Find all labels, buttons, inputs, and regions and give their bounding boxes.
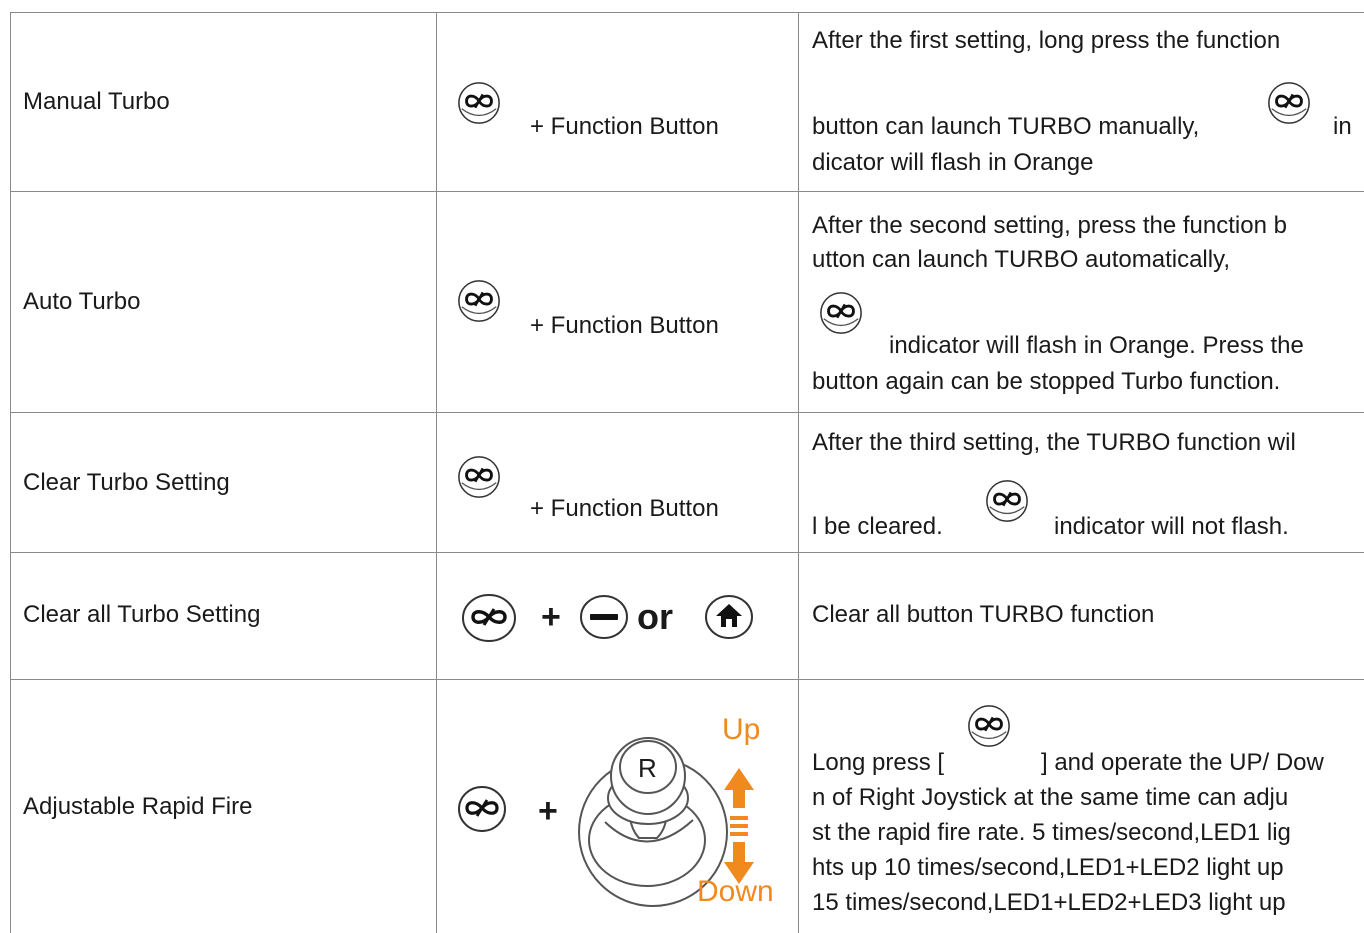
desc-line: hts up 10 times/second,LED1+LED2 light u… [812,854,1284,881]
minus-button-icon [579,594,629,640]
desc-line: l be cleared. [812,513,943,540]
table-border-row1 [10,191,1364,192]
desc-line: ] and operate the UP/ Dow [1041,749,1324,776]
turbo-icon [818,290,864,336]
desc-line: button can launch TURBO manually, [812,113,1200,140]
down-label: Down [697,875,774,908]
turbo-icon [456,80,502,126]
table-border-left [10,12,11,933]
row-name-auto-turbo: Auto Turbo [23,288,141,315]
desc-line: After the second setting, press the func… [812,212,1287,239]
table-border-row2 [10,412,1364,413]
combo-label: + Function Button [530,495,719,522]
desc-line: After the third setting, the TURBO funct… [812,429,1296,456]
row-name-adjustable-rapid-fire: Adjustable Rapid Fire [23,793,253,820]
table-border-row3 [10,552,1364,553]
desc-line: in [1333,113,1352,140]
desc-line: n of Right Joystick at the same time can… [812,784,1289,811]
row-name-manual-turbo: Manual Turbo [23,88,170,115]
desc-line: Clear all button TURBO function [812,601,1155,628]
turbo-icon [1266,80,1312,126]
desc-line: 15 times/second,LED1+LED2+LED3 light up [812,889,1286,916]
up-label: Up [722,713,761,746]
or-text: or [637,596,673,637]
plus-sign: + [541,598,561,636]
combo-label: + Function Button [530,312,719,339]
row-name-clear-turbo-setting: Clear Turbo Setting [23,469,230,496]
desc-line: indicator will not flash. [1054,513,1289,540]
table-border-row4 [10,679,1364,680]
desc-line: button again can be stopped Turbo functi… [812,368,1281,395]
desc-line: st the rapid fire rate. 5 times/second,L… [812,819,1291,846]
turbo-icon [456,784,508,834]
desc-line: indicator will flash in Orange. Press th… [889,332,1304,359]
turbo-icon [456,278,502,324]
desc-line: utton can launch TURBO automatically, [812,246,1230,273]
table-border-top [10,12,1364,13]
joystick-label: R [638,753,657,783]
desc-line: Long press [ [812,749,945,776]
turbo-icon [966,703,1012,749]
turbo-settings-table: Manual Turbo + Function Button After the… [0,0,1364,933]
table-border-col2 [798,12,799,933]
table-border-col1 [436,12,437,933]
desc-line: After the first setting, long press the … [812,27,1281,54]
plus-sign: + [538,792,558,830]
turbo-icon [460,592,518,644]
home-button-icon [704,594,754,640]
combo-label: + Function Button [530,113,719,140]
up-down-arrow-icon [722,768,756,884]
row-name-clear-all-turbo-setting: Clear all Turbo Setting [23,601,261,628]
turbo-icon [456,454,502,500]
turbo-icon [984,478,1030,524]
desc-line: dicator will flash in Orange [812,149,1094,176]
